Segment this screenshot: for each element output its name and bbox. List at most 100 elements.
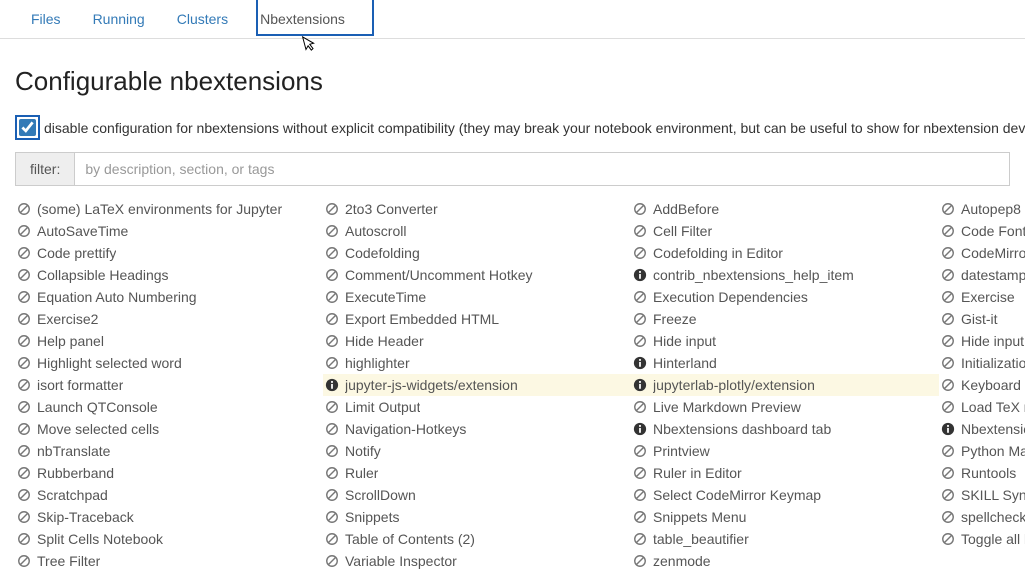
disabled-icon — [941, 400, 955, 414]
extension-item[interactable]: Keyboard s — [939, 374, 1025, 396]
extension-label: Tree Filter — [37, 553, 100, 569]
disabled-icon — [325, 312, 339, 326]
extension-item[interactable]: Codefolding in Editor — [631, 242, 939, 264]
tab-running[interactable]: Running — [77, 0, 161, 38]
extension-item[interactable]: Printview — [631, 440, 939, 462]
extension-item[interactable]: Code Font S — [939, 220, 1025, 242]
tab-nbextensions[interactable]: Nbextensions — [244, 0, 361, 38]
disabled-icon — [633, 466, 647, 480]
disabled-icon — [325, 334, 339, 348]
tab-files[interactable]: Files — [15, 0, 77, 38]
extension-item[interactable]: isort formatter — [15, 374, 323, 396]
extension-item[interactable]: Codefolding — [323, 242, 631, 264]
extension-item[interactable]: Python Mar — [939, 440, 1025, 462]
extension-item[interactable]: spellchecke — [939, 506, 1025, 528]
extension-item[interactable]: SKILL Synt — [939, 484, 1025, 506]
compat-checkbox[interactable] — [19, 119, 36, 136]
extension-label: Hide input — [653, 333, 716, 349]
extension-item[interactable]: Initialization — [939, 352, 1025, 374]
extension-label: Code Font S — [961, 223, 1025, 239]
disabled-icon — [633, 532, 647, 546]
extension-item[interactable]: Execution Dependencies — [631, 286, 939, 308]
extension-item[interactable]: Autopep8 — [939, 198, 1025, 220]
extension-item[interactable]: nbTranslate — [15, 440, 323, 462]
extension-item[interactable]: Freeze — [631, 308, 939, 330]
extension-label: Snippets Menu — [653, 509, 746, 525]
extension-label: Keyboard s — [961, 377, 1025, 393]
extension-item[interactable]: Equation Auto Numbering — [15, 286, 323, 308]
disabled-icon — [325, 532, 339, 546]
extension-item[interactable]: Notify — [323, 440, 631, 462]
extension-item[interactable]: Launch QTConsole — [15, 396, 323, 418]
extension-item[interactable]: Hide input a — [939, 330, 1025, 352]
extension-label: Hide Header — [345, 333, 424, 349]
extension-item[interactable]: contrib_nbextensions_help_item — [631, 264, 939, 286]
extension-item[interactable]: Live Markdown Preview — [631, 396, 939, 418]
extension-item[interactable]: (some) LaTeX environments for Jupyter — [15, 198, 323, 220]
extension-item[interactable]: ScrollDown — [323, 484, 631, 506]
disabled-icon — [17, 290, 31, 304]
extension-item[interactable]: Load TeX m — [939, 396, 1025, 418]
extension-item[interactable]: Nbextension — [939, 418, 1025, 440]
extension-item[interactable]: Exercise2 — [15, 308, 323, 330]
extension-item[interactable]: Cell Filter — [631, 220, 939, 242]
info-icon — [633, 422, 647, 436]
extension-item[interactable]: Hide input — [631, 330, 939, 352]
extension-item[interactable]: datestampe — [939, 264, 1025, 286]
extension-item[interactable]: Select CodeMirror Keymap — [631, 484, 939, 506]
extension-item[interactable]: Table of Contents (2) — [323, 528, 631, 550]
extension-label: Initialization — [961, 355, 1025, 371]
extension-item[interactable]: Ruler in Editor — [631, 462, 939, 484]
extension-label: Cell Filter — [653, 223, 712, 239]
extension-item[interactable]: Help panel — [15, 330, 323, 352]
extension-item[interactable]: Tree Filter — [15, 550, 323, 572]
extension-item[interactable]: Gist-it — [939, 308, 1025, 330]
extension-label: jupyter-js-widgets/extension — [345, 377, 518, 393]
extension-item[interactable]: Comment/Uncomment Hotkey — [323, 264, 631, 286]
extension-item[interactable]: Split Cells Notebook — [15, 528, 323, 550]
extension-label: Export Embedded HTML — [345, 311, 499, 327]
extension-item[interactable]: Skip-Traceback — [15, 506, 323, 528]
extension-item[interactable]: AddBefore — [631, 198, 939, 220]
extension-item[interactable]: Ruler — [323, 462, 631, 484]
extension-item[interactable]: Rubberband — [15, 462, 323, 484]
extension-item[interactable]: Snippets — [323, 506, 631, 528]
disabled-icon — [17, 510, 31, 524]
tab-clusters[interactable]: Clusters — [161, 0, 244, 38]
filter-input[interactable] — [75, 153, 1009, 185]
extension-item[interactable]: Hide Header — [323, 330, 631, 352]
disabled-icon — [941, 378, 955, 392]
extension-item[interactable]: 2to3 Converter — [323, 198, 631, 220]
extension-item[interactable]: Toggle all li — [939, 528, 1025, 550]
extension-item[interactable]: Move selected cells — [15, 418, 323, 440]
extension-item[interactable]: Navigation-Hotkeys — [323, 418, 631, 440]
extension-item[interactable]: zenmode — [631, 550, 939, 572]
extension-item[interactable]: Runtools — [939, 462, 1025, 484]
extension-item[interactable]: highlighter — [323, 352, 631, 374]
extension-item[interactable]: Nbextensions dashboard tab — [631, 418, 939, 440]
extension-item[interactable]: Snippets Menu — [631, 506, 939, 528]
extension-item[interactable]: Variable Inspector — [323, 550, 631, 572]
disabled-icon — [325, 290, 339, 304]
extension-item[interactable]: Autoscroll — [323, 220, 631, 242]
disabled-icon — [325, 246, 339, 260]
extension-item[interactable]: Limit Output — [323, 396, 631, 418]
disabled-icon — [325, 268, 339, 282]
disabled-icon — [633, 224, 647, 238]
extension-item[interactable]: Collapsible Headings — [15, 264, 323, 286]
extension-item[interactable]: Highlight selected word — [15, 352, 323, 374]
extension-item[interactable]: Exercise — [939, 286, 1025, 308]
extension-item[interactable]: table_beautifier — [631, 528, 939, 550]
extension-item[interactable]: AutoSaveTime — [15, 220, 323, 242]
extension-item[interactable]: Code prettify — [15, 242, 323, 264]
extension-item[interactable]: jupyterlab-plotly/extension — [631, 374, 939, 396]
extension-item[interactable]: Export Embedded HTML — [323, 308, 631, 330]
disabled-icon — [325, 356, 339, 370]
extension-item[interactable]: CodeMirror — [939, 242, 1025, 264]
disabled-icon — [325, 444, 339, 458]
extension-item[interactable]: ExecuteTime — [323, 286, 631, 308]
extension-item[interactable]: jupyter-js-widgets/extension — [323, 374, 631, 396]
extension-item[interactable]: Hinterland — [631, 352, 939, 374]
extension-item[interactable]: Scratchpad — [15, 484, 323, 506]
extension-label: Navigation-Hotkeys — [345, 421, 466, 437]
